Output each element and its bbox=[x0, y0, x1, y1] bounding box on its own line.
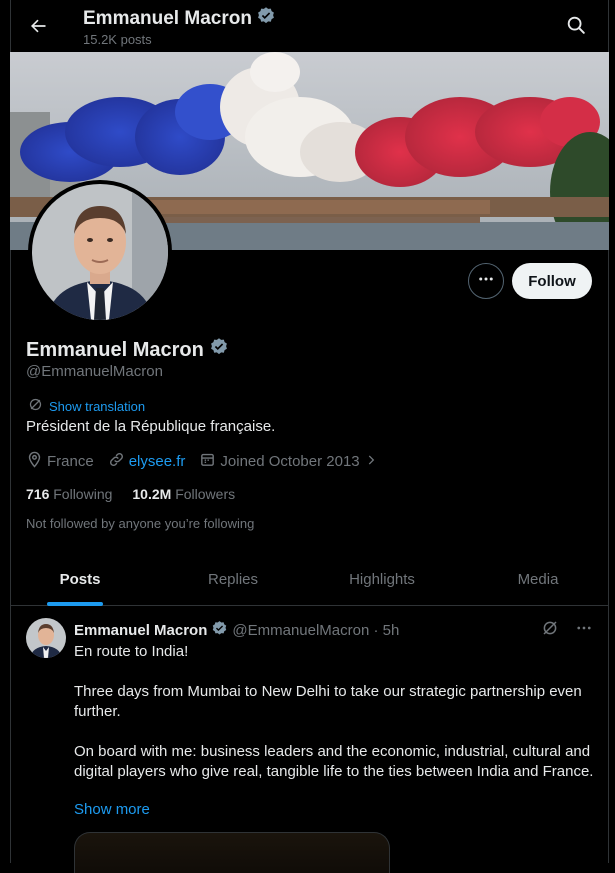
tab-posts[interactable]: Posts bbox=[5, 553, 155, 606]
more-options-button[interactable] bbox=[468, 263, 504, 299]
profile-handle: @EmmanuelMacron bbox=[26, 363, 163, 380]
not-followed-note: Not followed by anyone you’re following bbox=[26, 516, 255, 531]
post-header: Emmanuel Macron @EmmanuelMacron · 5h bbox=[74, 620, 399, 641]
profile-tabs: Posts Replies Highlights Media bbox=[10, 553, 609, 606]
verified-icon bbox=[256, 6, 276, 32]
topbar-title: Emmanuel Macron bbox=[83, 6, 276, 32]
show-translation-link[interactable]: Show translation bbox=[28, 397, 145, 415]
joined-text: Joined October 2013 bbox=[220, 453, 360, 470]
chevron-right-icon bbox=[364, 453, 378, 471]
post-paragraph-2: Three days from Mumbai to New Delhi to t… bbox=[74, 683, 582, 720]
post-item[interactable]: Emmanuel Macron @EmmanuelMacron · 5h En … bbox=[10, 606, 609, 873]
post-media[interactable] bbox=[74, 832, 390, 873]
profile-meta: France elysee.fr Joined October 2013 bbox=[26, 451, 392, 472]
more-dots-icon[interactable] bbox=[575, 619, 593, 642]
tab-replies-label: Replies bbox=[207, 570, 259, 588]
location-item: France bbox=[26, 451, 94, 472]
following-stat[interactable]: 716 Following bbox=[26, 486, 112, 502]
top-bar: Emmanuel Macron 15.2K posts bbox=[10, 0, 609, 52]
followers-stat[interactable]: 10.2M Followers bbox=[132, 486, 235, 502]
follow-button[interactable]: Follow bbox=[512, 263, 592, 299]
post-body: En route to India! Three days from Mumba… bbox=[74, 642, 594, 802]
followers-label: Followers bbox=[175, 486, 236, 502]
joined-item[interactable]: Joined October 2013 bbox=[199, 451, 377, 472]
tab-media[interactable]: Media bbox=[463, 553, 613, 605]
location-pin-icon bbox=[26, 451, 43, 472]
profile-name-row: Emmanuel Macron bbox=[26, 337, 229, 363]
show-more-link[interactable]: Show more bbox=[74, 801, 150, 818]
location-text: France bbox=[47, 453, 94, 470]
post-handle-time: @EmmanuelMacron · 5h bbox=[232, 622, 400, 639]
profile-bio: Président de la République française. bbox=[26, 418, 276, 435]
tab-highlights[interactable]: Highlights bbox=[307, 553, 457, 605]
topbar-name: Emmanuel Macron bbox=[83, 8, 252, 29]
profile-name: Emmanuel Macron bbox=[26, 338, 204, 361]
search-icon[interactable] bbox=[565, 14, 589, 38]
post-line-1: En route to India! bbox=[74, 643, 189, 660]
translate-icon bbox=[28, 397, 43, 415]
topbar-post-count: 15.2K posts bbox=[83, 32, 152, 47]
following-label: Following bbox=[53, 486, 113, 502]
grok-icon[interactable] bbox=[541, 619, 559, 642]
followers-count: 10.2M bbox=[132, 486, 172, 502]
tab-highlights-label: Highlights bbox=[349, 570, 415, 588]
profile-page: Emmanuel Macron 15.2K posts Follow Emman… bbox=[10, 0, 609, 873]
tab-media-label: Media bbox=[517, 570, 559, 588]
link-icon bbox=[108, 451, 125, 472]
show-translation-label: Show translation bbox=[49, 398, 146, 414]
follow-stats: 716 Following 10.2M Followers bbox=[26, 486, 235, 502]
following-count: 716 bbox=[26, 486, 50, 502]
verified-icon bbox=[211, 620, 228, 641]
post-paragraph-3: On board with me: business leaders and t… bbox=[74, 743, 594, 780]
post-author-name[interactable]: Emmanuel Macron bbox=[74, 622, 207, 639]
calendar-icon bbox=[199, 451, 216, 472]
website-item[interactable]: elysee.fr bbox=[108, 451, 186, 472]
tab-replies[interactable]: Replies bbox=[158, 553, 308, 605]
post-avatar[interactable] bbox=[26, 618, 66, 658]
back-arrow-icon[interactable] bbox=[24, 12, 52, 40]
tab-posts-label: Posts bbox=[59, 570, 101, 588]
post-actions-top bbox=[541, 619, 593, 642]
website-link[interactable]: elysee.fr bbox=[129, 453, 186, 470]
profile-avatar[interactable] bbox=[28, 180, 172, 324]
verified-icon bbox=[209, 337, 229, 363]
more-dots-icon bbox=[477, 270, 495, 293]
